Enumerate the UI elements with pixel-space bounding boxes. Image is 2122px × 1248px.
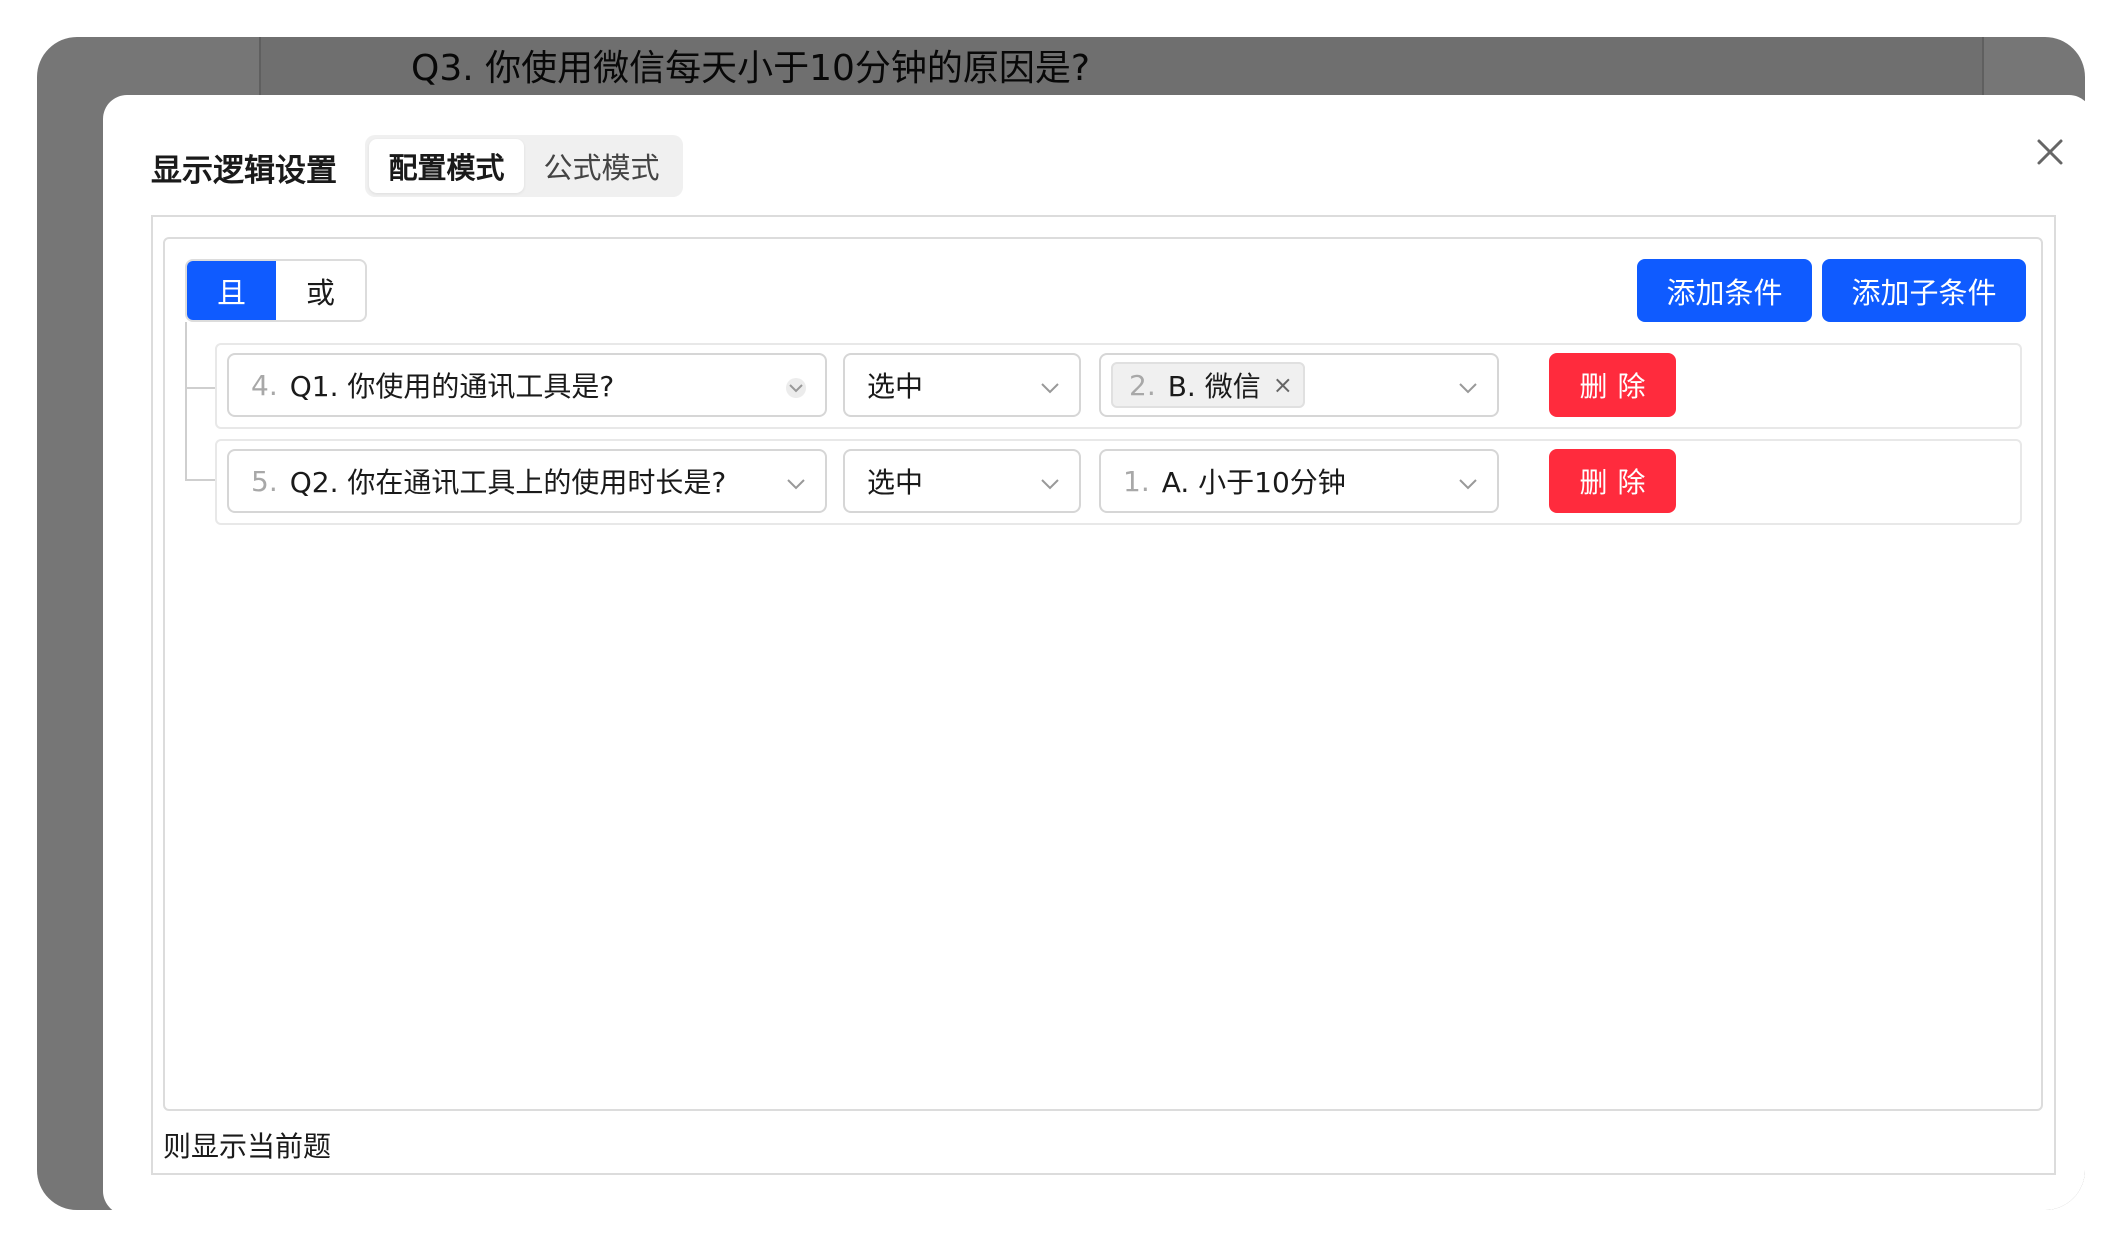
question-index: 5.: [251, 464, 278, 498]
value-select[interactable]: 1. A. 小于10分钟: [1099, 449, 1499, 513]
chevron-down-icon: [787, 479, 805, 490]
question-text: Q1. 你使用的通讯工具是?: [289, 370, 615, 403]
tree-connector-branch: [185, 479, 215, 481]
tab-config-mode[interactable]: 配置模式: [369, 139, 524, 193]
add-subcondition-button[interactable]: 添加子条件: [1822, 259, 2026, 322]
remove-tag-icon[interactable]: ×: [1273, 371, 1293, 399]
operator-select[interactable]: 选中: [843, 353, 1081, 417]
app-window: Q3. 你使用微信每天小于10分钟的原因是? 显示逻辑设置 配置模式 公式模式 …: [37, 37, 2085, 1210]
chevron-down-icon: [1041, 479, 1059, 490]
operator-text: 选中: [867, 466, 924, 499]
tab-formula-mode[interactable]: 公式模式: [524, 139, 679, 193]
operator-text: 选中: [867, 370, 924, 403]
chevron-down-circle-icon: [786, 378, 806, 398]
logic-editor: 且 或 添加条件 添加子条件 4. Q1. 你使用的通讯工具是? 选中 2. B…: [151, 215, 2056, 1175]
value-index: 2.: [1129, 368, 1156, 402]
display-logic-modal: 显示逻辑设置 配置模式 公式模式 且 或 添加条件 添加子条件 4. Q1. 你…: [103, 95, 2085, 1210]
background-question-title: Q3. 你使用微信每天小于10分钟的原因是?: [411, 48, 1091, 89]
condition-group: 且 或 添加条件 添加子条件 4. Q1. 你使用的通讯工具是? 选中 2. B…: [163, 237, 2043, 1111]
chevron-down-icon: [1041, 383, 1059, 394]
value-index: 1.: [1123, 464, 1150, 498]
question-select[interactable]: 5. Q2. 你在通讯工具上的使用时长是?: [227, 449, 827, 513]
chevron-down-icon: [1459, 383, 1477, 394]
question-text: Q2. 你在通讯工具上的使用时长是?: [289, 466, 727, 499]
tree-connector-vertical: [185, 322, 187, 480]
value-select[interactable]: 2. B. 微信 ×: [1099, 353, 1499, 417]
value-text: B. 微信: [1167, 370, 1261, 403]
logic-toggle: 且 或: [185, 259, 367, 322]
tree-connector-branch: [185, 387, 215, 389]
condition-row: 4. Q1. 你使用的通讯工具是? 选中 2. B. 微信 × 删除: [215, 343, 2022, 429]
mode-tabs: 配置模式 公式模式: [365, 135, 683, 197]
delete-condition-button[interactable]: 删除: [1549, 449, 1676, 513]
value-text: A. 小于10分钟: [1161, 466, 1346, 499]
modal-title: 显示逻辑设置: [151, 153, 337, 189]
question-index: 4.: [251, 368, 278, 402]
chevron-down-icon: [1459, 479, 1477, 490]
delete-condition-button[interactable]: 删除: [1549, 353, 1676, 417]
add-condition-button[interactable]: 添加条件: [1637, 259, 1812, 322]
value-tag: 2. B. 微信 ×: [1111, 362, 1305, 408]
question-select[interactable]: 4. Q1. 你使用的通讯工具是?: [227, 353, 827, 417]
condition-row: 5. Q2. 你在通讯工具上的使用时长是? 选中 1. A. 小于10分钟 删除: [215, 439, 2022, 525]
operator-select[interactable]: 选中: [843, 449, 1081, 513]
logic-and-option[interactable]: 且: [187, 261, 276, 320]
close-icon[interactable]: [2029, 131, 2071, 173]
logic-or-option[interactable]: 或: [276, 261, 365, 320]
result-action-text: 则显示当前题: [163, 1130, 332, 1163]
